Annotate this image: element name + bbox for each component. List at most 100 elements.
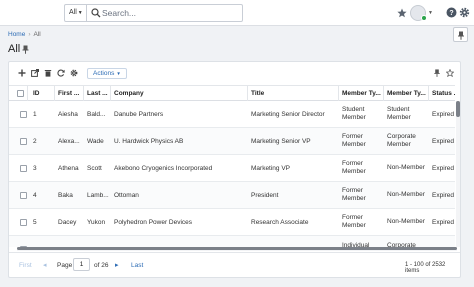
add-icon[interactable]	[18, 69, 26, 77]
cell-title: Marketing VP	[251, 164, 291, 172]
cell-member-type-1: Former Member	[342, 214, 366, 229]
breadcrumb: Home › All	[8, 31, 41, 38]
column-header-member-type-1[interactable]: Member Ty...	[339, 86, 384, 101]
delete-icon[interactable]	[44, 69, 52, 77]
open-external-icon[interactable]	[31, 69, 39, 77]
cell-id: 2	[33, 137, 37, 145]
breadcrumb-home-link[interactable]: Home	[8, 31, 25, 38]
cell-status: Expired	[432, 110, 455, 118]
column-header-member-type-2[interactable]: Member Ty...	[384, 86, 429, 101]
refresh-icon[interactable]	[57, 69, 65, 77]
cell-member-type-1: Former Member	[342, 187, 366, 202]
cell-member-type-2: Non-Member	[387, 191, 425, 198]
actions-menu-button[interactable]: Actions ▼	[87, 68, 127, 79]
row-checkbox[interactable]	[20, 110, 27, 118]
search-input[interactable]	[102, 6, 240, 20]
table-row[interactable]: 2 Alexa... Wade U. Hardwick Physics AB M…	[9, 128, 455, 155]
cell-company: Akebono Cryogenics Incorporated	[114, 164, 213, 172]
cell-company	[111, 236, 248, 247]
grid-settings-gear-icon[interactable]	[70, 69, 78, 77]
cell-member-type-1: Student Member	[342, 106, 366, 121]
cell-member-type-1: Former Member	[342, 133, 366, 148]
column-header-company[interactable]: Company	[111, 86, 248, 101]
cell-first-name: Alexa...	[58, 137, 80, 145]
grid-toolbar: Actions ▼	[9, 62, 460, 84]
page-title: All	[8, 43, 21, 55]
row-checkbox[interactable]	[20, 191, 27, 199]
pin-panel-button[interactable]	[453, 27, 468, 42]
search-scope-dropdown[interactable]: All▼	[65, 5, 87, 21]
column-header-title[interactable]: Title	[248, 86, 339, 101]
cell-id: 4	[33, 191, 37, 199]
cell-first-name: Athena	[58, 164, 79, 172]
cell-last-name	[84, 236, 111, 247]
cell-id: 5	[33, 218, 37, 226]
cell-status: Expired	[432, 164, 455, 172]
data-grid-panel: Actions ▼ ID First ... Last ... Company T…	[8, 61, 461, 278]
settings-gear-icon[interactable]	[459, 7, 470, 18]
pin-icon	[458, 31, 464, 40]
user-menu-chevron-icon[interactable]: ▼	[428, 10, 433, 16]
select-all-checkbox[interactable]	[17, 90, 24, 97]
cell-member-type-2: Student Member	[387, 106, 411, 121]
column-header-first-name[interactable]: First ...	[55, 86, 84, 101]
vertical-scrollbar[interactable]	[456, 101, 460, 247]
pin-icon[interactable]	[433, 69, 441, 77]
cell-member-type-1: Individual	[342, 242, 370, 247]
first-page-button[interactable]: First	[19, 262, 32, 269]
cell-last-name: Yukon	[87, 218, 106, 226]
cell-company: Polyhedron Power Devices	[114, 218, 193, 226]
cell-last-name: Wade	[87, 137, 104, 145]
cell-title	[248, 236, 339, 247]
column-header-id[interactable]: ID	[28, 86, 55, 101]
cell-first-name: Dacey	[58, 218, 77, 226]
next-page-arrow-icon[interactable]: ▸	[115, 261, 119, 269]
cell-first-name: Aiesha	[58, 110, 78, 118]
cell-title: President	[251, 191, 279, 199]
table-row[interactable]: 1 Aiesha Bald... Danube Partners Marketi…	[9, 101, 455, 128]
breadcrumb-current: All	[33, 31, 41, 38]
cell-company: Ottoman	[114, 191, 139, 199]
cell-first-name	[55, 236, 84, 247]
cell-status: Expired	[432, 218, 455, 226]
page-label: Page	[57, 262, 73, 269]
cell-status	[429, 236, 455, 247]
cell-title: Research Associate	[251, 218, 309, 226]
cell-member-type-1: Former Member	[342, 160, 366, 175]
table-row[interactable]: 4 Baka Lamb... Ottoman President Former …	[9, 182, 455, 209]
cell-member-type-2: Corporate Member	[387, 133, 416, 148]
cell-last-name: Scott	[87, 164, 102, 172]
table-row[interactable]: Individual Corporate	[9, 236, 455, 247]
chevron-down-icon: ▼	[116, 71, 121, 76]
column-header-last-name[interactable]: Last ...	[84, 86, 111, 101]
column-header-status[interactable]: Status ...	[429, 86, 455, 101]
last-page-button[interactable]: Last	[131, 262, 143, 269]
previous-page-arrow-icon[interactable]: ◂	[43, 261, 47, 269]
cell-status: Expired	[432, 191, 455, 199]
row-checkbox[interactable]	[20, 218, 27, 226]
cell-first-name: Baka	[58, 191, 73, 199]
cell-last-name: Bald...	[87, 110, 106, 118]
breadcrumb-chevron-icon: ›	[28, 31, 31, 38]
row-checkbox[interactable]	[20, 164, 27, 172]
favorites-star-icon[interactable]	[397, 8, 407, 18]
pin-icon[interactable]	[22, 45, 29, 54]
cell-last-name: Lamb...	[87, 191, 109, 199]
online-status-dot	[421, 15, 427, 21]
page-number-input[interactable]: 1	[73, 258, 90, 271]
table-row[interactable]: 3 Athena Scott Akebono Cryogenics Incorp…	[9, 155, 455, 182]
pagination-bar: First ◂ Page 1 of 26 ▸ Last 1 - 100 of 2…	[9, 252, 460, 278]
vertical-scrollbar-thumb[interactable]	[456, 101, 460, 117]
horizontal-scrollbar[interactable]	[17, 247, 457, 251]
row-checkbox[interactable]	[20, 137, 27, 145]
select-all-cell	[9, 86, 28, 101]
global-search: All▼	[64, 4, 243, 22]
horizontal-scrollbar-thumb[interactable]	[17, 247, 457, 250]
chevron-down-icon: ▼	[77, 10, 83, 16]
favorite-star-icon[interactable]	[446, 69, 454, 77]
grid-body: 1 Aiesha Bald... Danube Partners Marketi…	[9, 101, 455, 247]
svg-text:?: ?	[449, 10, 453, 17]
search-scope-label: All	[69, 9, 77, 16]
table-row[interactable]: 5 Dacey Yukon Polyhedron Power Devices R…	[9, 209, 455, 236]
help-icon[interactable]: ?	[446, 7, 457, 18]
